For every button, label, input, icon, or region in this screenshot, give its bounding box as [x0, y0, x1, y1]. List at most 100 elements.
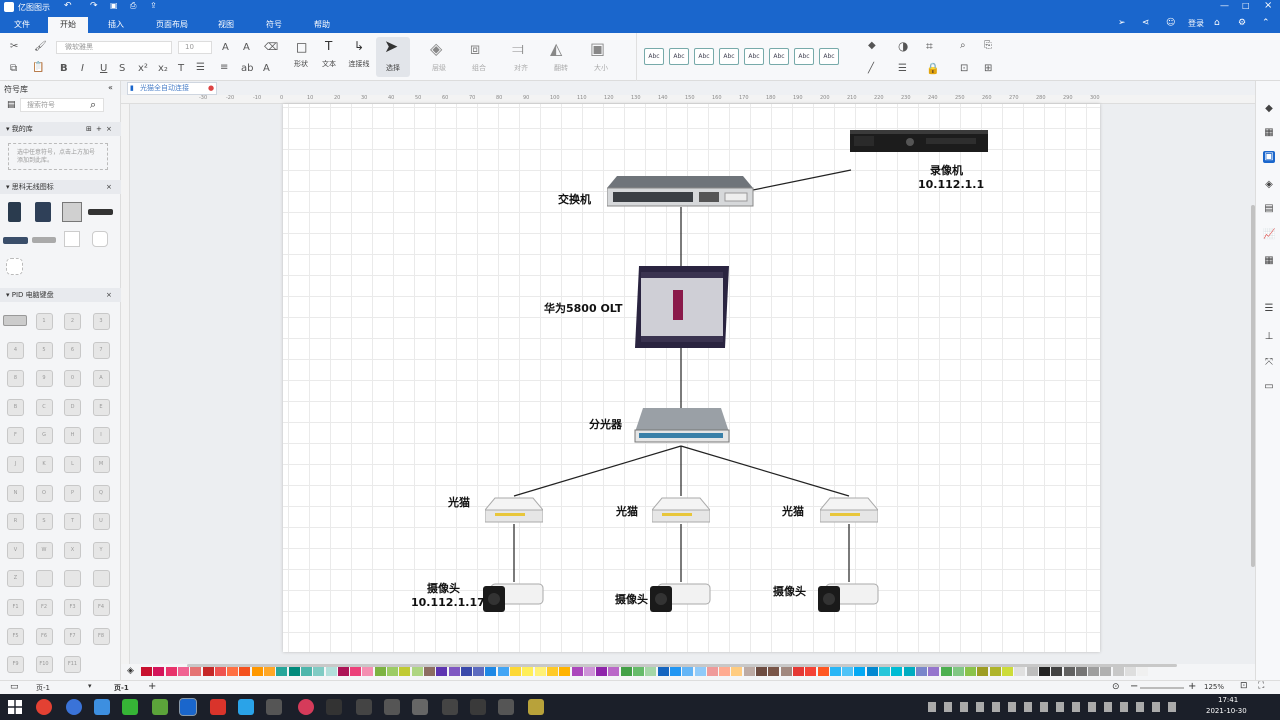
- add-page-icon[interactable]: +: [148, 681, 156, 692]
- keyboard-key[interactable]: Q: [92, 484, 110, 502]
- chrome-icon[interactable]: [36, 699, 52, 715]
- color-swatch[interactable]: [165, 667, 177, 676]
- app-icon-14[interactable]: [412, 699, 428, 715]
- keyboard-key[interactable]: B: [7, 398, 24, 416]
- zoom-level[interactable]: 125%: [1204, 683, 1224, 691]
- nvr-recorder-icon[interactable]: [850, 126, 990, 160]
- bullet-list-icon[interactable]: ≡: [220, 62, 228, 73]
- text-style-icon[interactable]: T: [178, 63, 184, 74]
- color-swatch[interactable]: [620, 667, 632, 676]
- shadow-icon[interactable]: ◑: [898, 39, 908, 53]
- window-close-icon[interactable]: ×: [1264, 0, 1272, 11]
- color-swatch[interactable]: [1125, 667, 1136, 676]
- paste-icon[interactable]: 📋: [32, 62, 44, 73]
- user-icon[interactable]: ☺: [1166, 18, 1175, 28]
- keyboard-key[interactable]: 3: [92, 313, 110, 330]
- color-swatch[interactable]: [817, 667, 829, 676]
- keyboard-key[interactable]: 5: [35, 341, 53, 359]
- keyboard-key[interactable]: 7: [92, 341, 110, 359]
- font-color-icon[interactable]: A: [263, 63, 270, 74]
- color-swatch[interactable]: [731, 667, 743, 676]
- color-swatch[interactable]: [448, 667, 460, 676]
- app-icon-15[interactable]: [442, 699, 458, 715]
- connector-tool-button[interactable]: ↳ 连接线: [344, 37, 374, 75]
- color-swatch[interactable]: [473, 667, 485, 676]
- cisco-close-icon[interactable]: ×: [106, 180, 112, 194]
- keyboard-key[interactable]: F2: [35, 599, 53, 616]
- format-painter-icon[interactable]: 🖌: [34, 41, 47, 52]
- tab-view[interactable]: 视图: [208, 17, 244, 33]
- align-icon[interactable]: ⫤: [512, 39, 524, 59]
- keyboard-key[interactable]: [64, 570, 81, 588]
- color-swatch[interactable]: [1026, 667, 1038, 676]
- ont-modem-icon-1[interactable]: [485, 496, 543, 526]
- color-swatch[interactable]: [239, 667, 251, 676]
- replace-icon[interactable]: ⎘: [984, 40, 992, 51]
- cisco-wireless-header[interactable]: ▾ 思科无线图标 ×: [0, 180, 121, 194]
- fill-icon[interactable]: ◆: [868, 40, 876, 51]
- keyboard-key[interactable]: X: [64, 541, 81, 559]
- page-dropdown-icon[interactable]: ▾: [88, 682, 92, 690]
- page-view-icon[interactable]: ▭: [10, 682, 19, 692]
- clear-format-icon[interactable]: ⌫: [264, 42, 278, 53]
- keyboard-key[interactable]: F1: [7, 599, 24, 616]
- subscript-icon[interactable]: x₂: [158, 63, 168, 74]
- color-swatch[interactable]: [190, 667, 202, 676]
- style-sample[interactable]: Abc: [719, 48, 739, 65]
- font-grow-icon[interactable]: A: [222, 42, 229, 53]
- layer-icon[interactable]: ◈: [430, 39, 442, 58]
- style-sample[interactable]: Abc: [644, 48, 664, 65]
- color-swatch[interactable]: [534, 667, 546, 676]
- keyboard-key[interactable]: V: [7, 541, 24, 559]
- keyboard-key[interactable]: C: [35, 398, 53, 416]
- image-panel-icon[interactable]: ▣: [1263, 151, 1275, 163]
- undo-icon[interactable]: ↶: [64, 1, 72, 11]
- tab-page-layout[interactable]: 页面布局: [146, 17, 198, 33]
- color-swatch[interactable]: [325, 667, 337, 676]
- color-swatch[interactable]: [829, 667, 841, 676]
- browser-icon[interactable]: [66, 699, 82, 715]
- keyboard-key[interactable]: K: [35, 456, 53, 473]
- color-swatch[interactable]: [891, 667, 903, 676]
- color-swatch[interactable]: [214, 667, 226, 676]
- keyboard-key[interactable]: L: [64, 456, 81, 473]
- cisco-symbol-blank-icon[interactable]: [64, 231, 80, 247]
- color-swatch[interactable]: [436, 667, 448, 676]
- keyboard-key[interactable]: Y: [92, 541, 110, 559]
- color-swatch[interactable]: [706, 667, 718, 676]
- color-swatch[interactable]: [559, 667, 571, 676]
- color-swatch[interactable]: [1100, 667, 1112, 676]
- bold-icon[interactable]: B: [60, 63, 68, 74]
- keyboard-key[interactable]: G: [35, 427, 53, 445]
- find-icon[interactable]: ⌕: [960, 40, 966, 51]
- color-swatch[interactable]: [1038, 667, 1050, 676]
- horizontal-scrollbar[interactable]: [187, 664, 1177, 667]
- font-shrink-icon[interactable]: A: [243, 42, 250, 53]
- color-swatch[interactable]: [1088, 667, 1100, 676]
- line-style-icon[interactable]: ╱: [868, 63, 874, 74]
- app-green-icon[interactable]: [152, 699, 168, 715]
- my-library-add-icon[interactable]: ⊞: [86, 122, 92, 136]
- color-swatch[interactable]: [337, 667, 349, 676]
- style-sample[interactable]: Abc: [769, 48, 789, 65]
- list-panel-icon[interactable]: ☰: [1263, 303, 1275, 315]
- fill-panel-icon[interactable]: ◆: [1263, 103, 1275, 115]
- color-swatch[interactable]: [251, 667, 263, 676]
- collapse-panel-icon[interactable]: «: [108, 83, 113, 92]
- save-icon[interactable]: ▣: [110, 1, 118, 10]
- zoom-in-icon[interactable]: +: [1188, 681, 1196, 692]
- fullscreen-icon[interactable]: ⛶: [1258, 681, 1264, 691]
- color-swatch[interactable]: [411, 667, 423, 676]
- pid-close-icon[interactable]: ×: [106, 288, 112, 302]
- org-chart-panel-icon[interactable]: ⊥: [1263, 331, 1275, 343]
- cisco-symbol-switch-icon[interactable]: [3, 237, 28, 244]
- color-swatch[interactable]: [743, 667, 755, 676]
- keyboard-key[interactable]: O: [35, 484, 53, 502]
- login-button[interactable]: 登录: [1188, 18, 1204, 29]
- app-icon-10[interactable]: [298, 699, 314, 715]
- lock-icon[interactable]: 🔒: [926, 62, 940, 75]
- color-swatch[interactable]: [694, 667, 706, 676]
- shape-tool-button[interactable]: □ 形状: [288, 37, 314, 75]
- text-tool-button[interactable]: T 文本: [316, 37, 342, 75]
- chart-panel-icon[interactable]: 📈: [1263, 229, 1275, 241]
